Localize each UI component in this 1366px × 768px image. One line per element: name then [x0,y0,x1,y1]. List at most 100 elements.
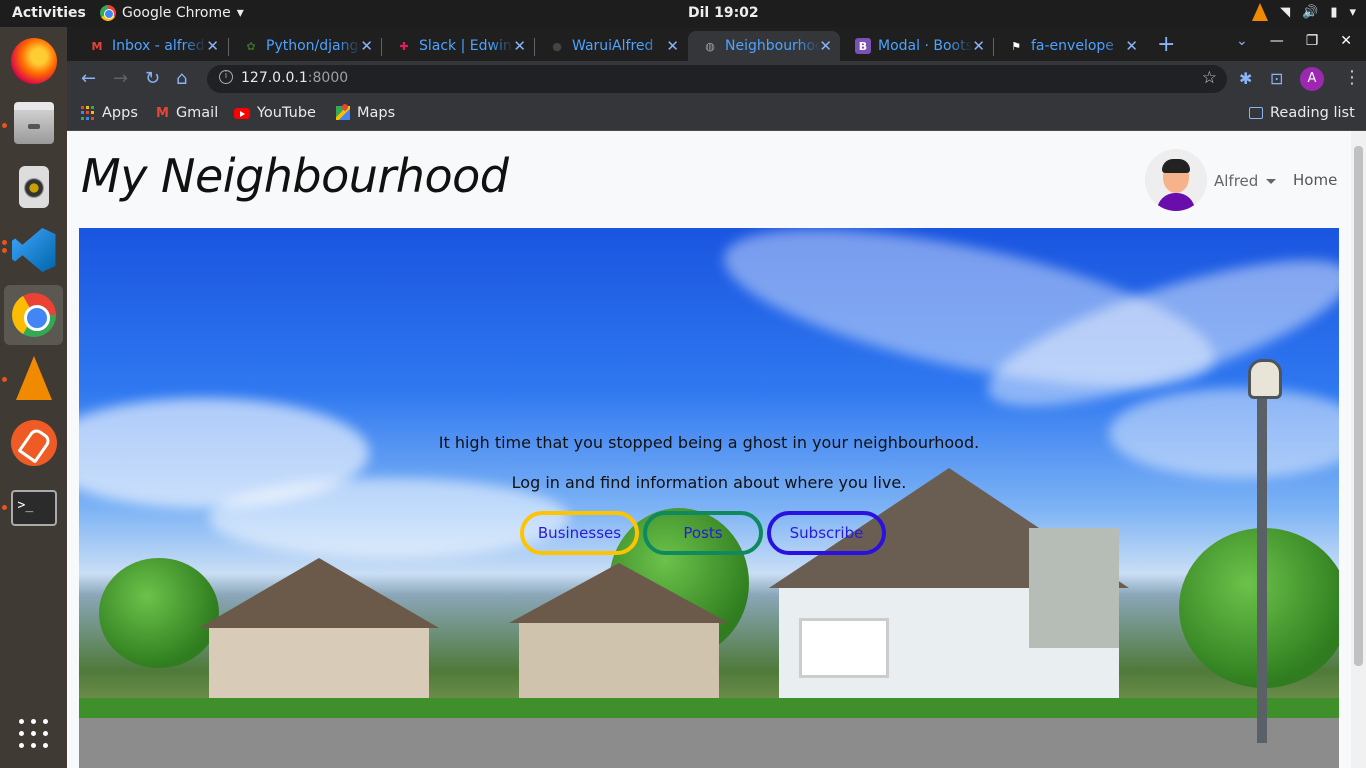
browser-toolbar: ← → ↻ ⌂ i 127.0.0.1:8000 ☆ ✱ ⊡ A ⋮ [67,61,1366,97]
url-port: :8000 [307,70,349,86]
maps-icon [336,106,350,120]
dock-rhythmbox[interactable] [4,157,63,217]
page-scrollbar[interactable] [1351,131,1366,768]
hero-tagline: It high time that you stopped being a gh… [438,433,980,452]
bookmark-star-icon[interactable]: ☆ [1202,68,1217,88]
reading-list-icon [1249,107,1263,119]
battery-icon: ▮ [1330,4,1338,20]
tab-slack[interactable]: ✚ Slack | Edwin ✕ [382,31,534,61]
close-icon[interactable]: ✕ [666,37,679,55]
github-icon: ✿ [246,39,256,53]
github-icon: ● [552,39,562,53]
reload-button[interactable]: ↻ [145,68,160,89]
network-icon: ◥ [1280,4,1291,20]
close-icon[interactable]: ✕ [819,37,832,55]
tab-title: Inbox - alfred [112,38,205,54]
window-controls: ⌄ — ❐ ✕ [1236,33,1352,49]
chrome-icon [100,5,116,21]
dock-terminal[interactable]: >_ [4,478,63,538]
chrome-menu-icon[interactable]: ⋮ [1343,67,1361,88]
extensions-icon[interactable]: ✱ [1239,69,1252,88]
nav-home-link[interactable]: Home [1293,171,1337,189]
dock-firefox[interactable] [4,31,63,91]
app-menu[interactable]: Google Chrome ▾ [100,5,244,21]
close-window-button[interactable]: ✕ [1340,33,1352,49]
running-indicator [2,248,7,253]
businesses-button[interactable]: Businesses [520,511,639,555]
close-icon[interactable]: ✕ [206,37,219,55]
posts-button[interactable]: Posts [643,511,763,555]
tab-title: fa-envelope [1031,38,1114,54]
user-avatar[interactable] [1145,149,1207,211]
tab-title: Slack | Edwin [419,38,512,54]
bookmark-maps[interactable]: Maps [336,105,395,121]
close-icon[interactable]: ✕ [972,37,985,55]
tab-bootstrap-modal[interactable]: B Modal · Bootstrap ✕ [841,31,993,61]
close-icon[interactable]: ✕ [513,37,526,55]
dock-chrome[interactable] [4,285,63,345]
minimize-button[interactable]: — [1270,33,1284,49]
slack-icon: ✚ [399,39,409,53]
scrollbar-thumb[interactable] [1354,146,1363,666]
dock-files[interactable] [4,93,63,153]
site-navbar: My Neighbourhood Alfred Home [67,131,1351,228]
flag-icon: ⚑ [1011,39,1021,53]
bookmark-label: Gmail [175,105,219,121]
activities-button[interactable]: Activities [12,5,86,21]
new-tab-button[interactable]: + [1157,32,1175,57]
site-info-icon[interactable]: i [219,70,233,84]
globe-icon: ◍ [705,39,715,53]
tab-title: WaruiAlfred [572,38,654,54]
site-brand[interactable]: My Neighbourhood [81,149,509,203]
bookmark-youtube[interactable]: YouTube [234,105,316,121]
tab-github-waruialfred[interactable]: ● WaruiAlfred ✕ [535,31,687,61]
running-indicator [2,240,7,245]
dock-vlc[interactable] [4,348,63,408]
home-button[interactable]: ⌂ [176,68,187,89]
dock-postman[interactable] [4,413,63,473]
speaker-icon [18,166,49,208]
system-menu-chevron-icon: ▾ [1349,4,1356,20]
page-viewport: My Neighbourhood Alfred Home It high tim… [67,131,1366,768]
vlc-tray-icon[interactable] [1252,3,1269,21]
dock: >_ [0,27,67,768]
tab-gmail-inbox[interactable]: M Inbox - alfred ✕ [75,31,227,61]
bookmark-apps[interactable]: Apps [81,105,138,121]
back-button[interactable]: ← [81,68,96,89]
volume-icon: 🔊 [1302,4,1319,20]
gmail-icon: M [91,39,103,53]
cast-icon[interactable]: ⊡ [1270,69,1283,88]
show-applications-button[interactable] [4,704,63,764]
app-menu-label: Google Chrome [122,5,231,21]
hero-subtitle: Log in and find information about where … [511,473,907,492]
maximize-button[interactable]: ❐ [1306,33,1319,49]
bookmark-gmail[interactable]: M Gmail [156,105,218,121]
close-icon[interactable]: ✕ [1125,37,1138,55]
gnome-top-bar: Activities Google Chrome ▾ Dil 19:02 ◥ 🔊… [0,0,1366,27]
tab-strip: M Inbox - alfred ✕ ✿ Python/django ✕ ✚ S… [67,27,1366,61]
close-icon[interactable]: ✕ [360,37,373,55]
address-bar[interactable]: i 127.0.0.1:8000 ☆ [207,65,1227,93]
apps-grid-icon [81,106,95,120]
tab-search-icon[interactable]: ⌄ [1236,33,1248,49]
profile-avatar[interactable]: A [1300,67,1324,91]
user-dropdown-toggle[interactable]: Alfred [1214,172,1277,190]
caret-down-icon [1266,178,1277,184]
tab-neighbourhood[interactable]: ◍ Neighbourhood ✕ [688,31,840,61]
tab-title: Modal · Bootstrap [878,38,973,54]
clock[interactable]: Dil 19:02 [688,5,759,21]
dock-vscode[interactable] [4,220,63,280]
vscode-icon [11,228,56,272]
bookmark-label: Maps [357,105,396,121]
tab-fa-envelope[interactable]: ⚑ fa-envelope ✕ [994,31,1146,61]
forward-button[interactable]: → [113,68,128,89]
vlc-icon [15,356,52,400]
reading-list-button[interactable]: Reading list [1249,105,1355,121]
system-tray[interactable]: ◥ 🔊 ▮ ▾ [1252,3,1356,21]
subscribe-button[interactable]: Subscribe [767,511,886,555]
files-icon [13,102,54,144]
tab-python-django[interactable]: ✿ Python/django ✕ [229,31,381,61]
app-grid-icon [18,719,49,749]
postman-icon [10,420,57,466]
running-indicator [2,505,7,510]
